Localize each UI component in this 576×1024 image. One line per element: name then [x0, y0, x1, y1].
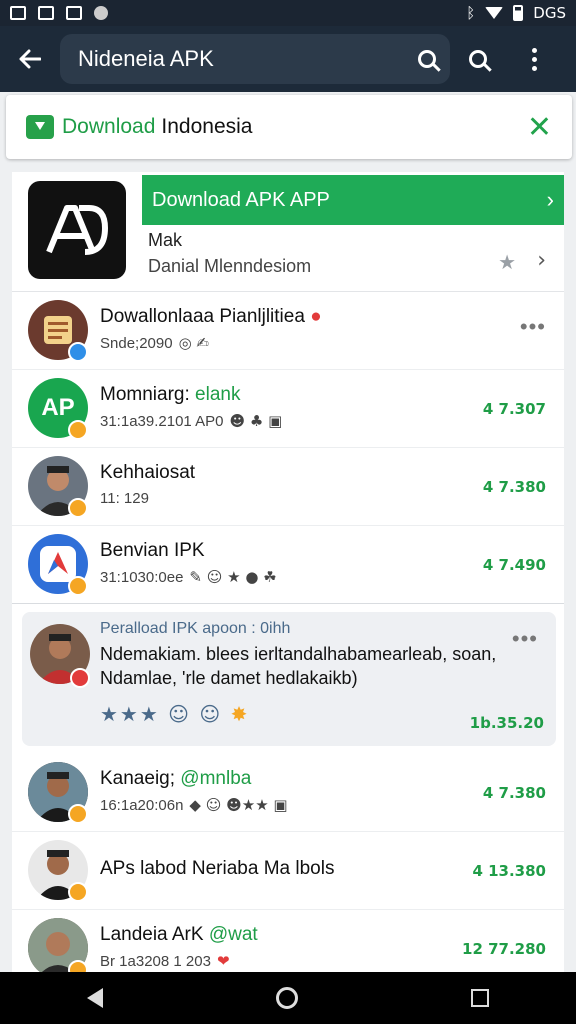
star-icon[interactable]: ★ — [498, 250, 516, 275]
item-title: Momniarg: elank — [100, 384, 241, 405]
app-bar: Nideneia APK — [0, 26, 576, 92]
download-icon — [26, 115, 54, 139]
item-title: Kanaeig; @mnlba — [100, 768, 252, 789]
list-item[interactable]: Dowallonlaaa Pianljlitiea ● Snde;2090 ◎ ✍… — [12, 292, 564, 370]
image-icon — [38, 6, 54, 20]
list-item[interactable]: Landeia ArK @wat Br 1a3208 1 203 ❤ 12 77.… — [12, 910, 564, 972]
badge — [68, 882, 88, 902]
more-icon[interactable]: ••• — [520, 314, 546, 340]
status-bar: ᛒ DGS — [0, 0, 576, 26]
post-text: Ndamlae, 'rle damet hedlakaikb) — [100, 668, 358, 688]
more-vert-icon — [531, 47, 537, 71]
chevron-right-icon[interactable]: › — [537, 248, 546, 273]
featured-developer: Danial Mlenndesiom — [148, 256, 312, 276]
results-list: Download APK APP › Mak Danial Mlenndesio… — [12, 172, 564, 972]
search-button[interactable] — [450, 26, 506, 92]
battery-icon — [513, 5, 524, 21]
item-score: 4 7.490 — [482, 556, 546, 574]
badge — [68, 498, 88, 518]
system-nav-bar — [0, 972, 576, 1024]
list-item[interactable]: AP Momniarg: elank 31:1a39.2101 AP0 ☻ ♣ ▣… — [12, 370, 564, 448]
badge — [68, 576, 88, 596]
badge — [68, 960, 88, 972]
item-title: Dowallonlaaa Pianljlitiea ● — [100, 306, 322, 327]
badge — [68, 804, 88, 824]
chevron-right-icon: › — [546, 187, 554, 212]
post-header: Peralload IPK apoon : 0ihh — [100, 620, 291, 637]
item-score: 4 7.307 — [482, 400, 546, 418]
list-item[interactable]: APs labod Neriaba Ma lbols 4 13.380 — [12, 832, 564, 910]
post-text: Ndemakiam. blees ierltandalhabamearleab,… — [100, 644, 497, 664]
item-meta: 11: 129 — [100, 490, 149, 507]
banner-title: Indonesia — [161, 115, 253, 138]
item-score: 4 7.380 — [482, 478, 546, 496]
item-meta: 31:1a39.2101 AP0 ☻ ♣ ▣ — [100, 412, 283, 430]
back-arrow-icon[interactable] — [0, 26, 60, 92]
item-title: Kehhaiosat — [100, 462, 196, 483]
banner-title-green: Download — [62, 115, 156, 138]
list-item[interactable]: Kehhaiosat 11: 129 4 7.380 — [12, 448, 564, 526]
bluetooth-icon: ᛒ — [466, 4, 476, 22]
badge — [70, 668, 90, 688]
item-meta: Snde;2090 ◎ ✍ — [100, 334, 210, 352]
featured-app[interactable]: Download APK APP › Mak Danial Mlenndesio… — [12, 172, 564, 292]
wifi-icon — [485, 7, 504, 19]
nav-recents-icon[interactable] — [471, 989, 490, 1007]
badge — [68, 420, 88, 440]
search-icon — [469, 50, 487, 68]
notification-icon — [10, 6, 26, 20]
sync-icon — [94, 6, 108, 20]
more-icon[interactable]: ••• — [512, 626, 538, 652]
item-title: Landeia ArK @wat — [100, 924, 258, 945]
close-icon[interactable]: ✕ — [527, 110, 552, 145]
app-logo — [28, 181, 126, 279]
list-item[interactable]: Benvian IPK 31:1030:0ee ✎ ☺ ★ ● ☘ 4 7.490 — [12, 526, 564, 604]
item-score: 4 13.380 — [472, 862, 546, 880]
item-score: 4 7.380 — [482, 784, 546, 802]
nav-back-icon[interactable] — [86, 988, 103, 1008]
download-banner[interactable]: Download Indonesia ✕ — [6, 95, 572, 159]
nav-home-icon[interactable] — [275, 987, 298, 1009]
search-input[interactable]: Nideneia APK — [60, 34, 450, 84]
item-meta: 16:1a20:06n ◆ ☺ ☻★★ ▣ — [100, 796, 288, 814]
item-meta: Br 1a3208 1 203 ❤ — [100, 952, 230, 970]
list-item[interactable]: Kanaeig; @mnlba 16:1a20:06n ◆ ☺ ☻★★ ▣ 4 7… — [12, 754, 564, 832]
post-reactions: ★★★ ☺ ☺ ✸ — [100, 702, 250, 726]
download-apk-button[interactable]: Download APK APP › — [142, 175, 564, 225]
overflow-menu-button[interactable] — [506, 26, 562, 92]
item-title: APs labod Neriaba Ma lbols — [100, 858, 335, 879]
item-meta: 31:1030:0ee ✎ ☺ ★ ● ☘ — [100, 568, 277, 586]
verified-badge — [68, 342, 88, 362]
search-icon[interactable] — [418, 50, 436, 68]
message-icon — [66, 6, 82, 20]
highlight-post[interactable]: Peralload IPK apoon : 0ihh Ndemakiam. bl… — [22, 612, 556, 746]
search-query: Nideneia APK — [78, 46, 214, 71]
post-score: 1b.35.20 — [469, 714, 544, 732]
download-apk-label: Download APK APP — [152, 188, 330, 211]
featured-subtitle: Mak — [148, 230, 183, 250]
item-title: Benvian IPK — [100, 540, 205, 561]
item-score: 12 77.280 — [462, 940, 546, 958]
status-time: DGS — [533, 4, 566, 22]
